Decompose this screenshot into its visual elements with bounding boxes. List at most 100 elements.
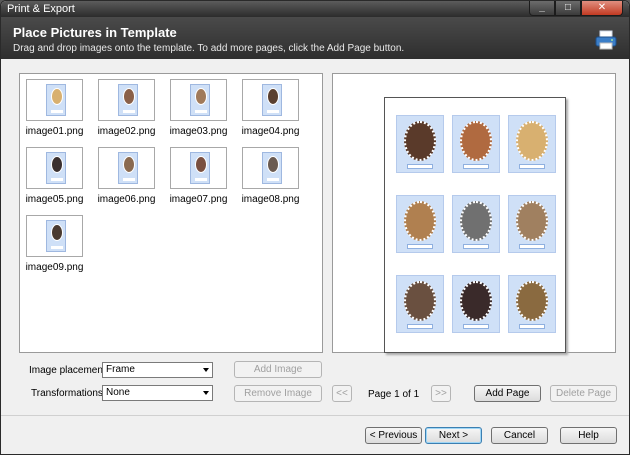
thumbnail-item[interactable]: image08.png [242,147,299,207]
template-photo-slot[interactable] [396,195,444,253]
footer-divider [1,415,629,416]
thumbnail-item[interactable]: image05.png [26,147,83,207]
portrait-face [195,156,207,173]
name-label-shape [463,244,489,249]
template-photo-slot[interactable] [508,115,556,173]
thumbnail-item[interactable]: image04.png [242,79,299,139]
transformations-select[interactable]: None [102,385,213,401]
portrait-face [404,201,436,241]
portrait-face [267,88,279,105]
portrait-face [516,121,548,161]
portrait-face [404,281,436,321]
portrait-face [460,121,492,161]
thumbnail-frame [98,147,155,189]
thumbnail-name: image01.png [25,126,84,137]
next-page-button[interactable]: >> [431,385,451,402]
template-photo-slot[interactable] [452,115,500,173]
portrait-face [123,156,135,173]
portrait-face [516,281,548,321]
thumbnail-item[interactable]: image09.png [26,215,83,275]
window-buttons: _ □ ✕ [529,1,623,16]
minimize-button[interactable]: _ [529,1,555,16]
cancel-button[interactable]: Cancel [491,427,548,444]
image-placement-select[interactable]: Frame [102,362,213,378]
title-bar: Print & Export _ □ ✕ [1,1,629,17]
thumbnail-image [46,220,66,252]
delete-page-button[interactable]: Delete Page [550,385,617,402]
thumbnail-image [118,84,138,116]
thumbnail-name: image06.png [97,194,156,205]
template-page[interactable] [384,97,566,353]
portrait-face [404,121,436,161]
print-export-window: Print & Export _ □ ✕ Place Pictures in T… [0,0,630,455]
thumbnail-item[interactable]: image07.png [170,147,227,207]
previous-button[interactable]: < Previous [365,427,422,444]
name-label-shape [267,178,279,181]
thumbnail-frame [170,79,227,121]
name-label-shape [51,246,63,249]
name-label-shape [463,164,489,169]
name-label-shape [407,164,433,169]
name-label-shape [195,178,207,181]
name-label-shape [519,324,545,329]
thumbnail-item[interactable]: image03.png [170,79,227,139]
thumbnail-image [190,152,210,184]
page-subtitle: Drag and drop images onto the template. … [13,43,405,54]
template-photo-slot[interactable] [452,195,500,253]
transformations-value: None [106,387,130,398]
page-indicator: Page 1 of 1 [368,389,420,400]
image-placement-label: Image placement: [29,365,109,376]
thumbnail-name: image02.png [97,126,156,137]
minimize-icon: _ [539,2,545,13]
thumbnail-image [190,84,210,116]
transformations-label: Transformations: [31,388,106,399]
portrait-face [195,88,207,105]
wizard-header: Place Pictures in Template Drag and drop… [1,17,629,59]
name-label-shape [123,178,135,181]
thumbnail-name: image04.png [241,126,300,137]
close-button[interactable]: ✕ [581,1,623,16]
thumbnail-item[interactable]: image06.png [98,147,155,207]
portrait-face [123,88,135,105]
thumbnail-name: image03.png [169,126,228,137]
remove-image-button[interactable]: Remove Image [234,385,322,402]
thumbnail-name: image09.png [25,262,84,273]
portrait-face [51,156,63,173]
thumbnail-frame [98,79,155,121]
thumbnail-item[interactable]: image01.png [26,79,83,139]
thumbnail-name: image08.png [241,194,300,205]
thumbnail-name: image05.png [25,194,84,205]
portrait-face [516,201,548,241]
previous-page-button[interactable]: << [332,385,352,402]
help-button[interactable]: Help [560,427,617,444]
printer-icon [595,30,617,50]
template-photo-slot[interactable] [396,115,444,173]
template-photo-slot[interactable] [508,275,556,333]
thumbnail-image [262,152,282,184]
thumbnail-item[interactable]: image02.png [98,79,155,139]
portrait-face [51,88,63,105]
image-placement-value: Frame [106,364,135,375]
thumbnail-frame [242,147,299,189]
thumbnail-image [118,152,138,184]
portrait-face [460,201,492,241]
name-label-shape [51,110,63,113]
portrait-face [460,281,492,321]
name-label-shape [195,110,207,113]
template-photo-slot[interactable] [452,275,500,333]
template-photo-slot[interactable] [508,195,556,253]
thumbnail-image [46,84,66,116]
template-photo-slot[interactable] [396,275,444,333]
close-icon: ✕ [597,2,607,13]
next-button[interactable]: Next > [425,427,482,444]
chevron-down-icon [203,368,209,372]
chevron-down-icon [203,391,209,395]
name-label-shape [267,110,279,113]
thumbnail-image [262,84,282,116]
maximize-button[interactable]: □ [555,1,581,16]
window-title: Print & Export [7,3,75,15]
add-image-button[interactable]: Add Image [234,361,322,378]
thumbnail-frame [170,147,227,189]
add-page-button[interactable]: Add Page [474,385,541,402]
name-label-shape [407,324,433,329]
